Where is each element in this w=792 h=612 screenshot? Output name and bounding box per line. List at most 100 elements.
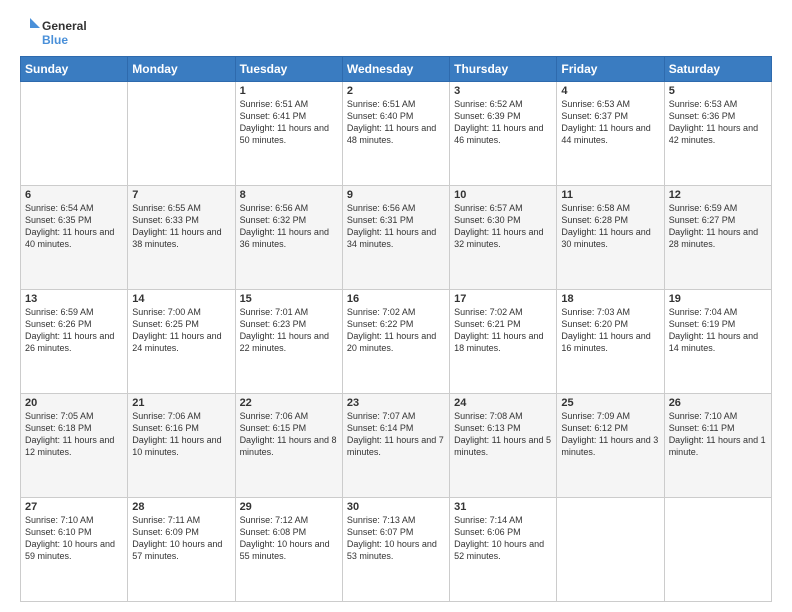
calendar-week-row: 1Sunrise: 6:51 AM Sunset: 6:41 PM Daylig… xyxy=(21,82,772,186)
calendar-cell: 12Sunrise: 6:59 AM Sunset: 6:27 PM Dayli… xyxy=(664,186,771,290)
day-content: Sunrise: 7:12 AM Sunset: 6:08 PM Dayligh… xyxy=(240,514,338,563)
day-number: 2 xyxy=(347,85,445,97)
calendar-cell: 24Sunrise: 7:08 AM Sunset: 6:13 PM Dayli… xyxy=(450,394,557,498)
calendar-cell: 30Sunrise: 7:13 AM Sunset: 6:07 PM Dayli… xyxy=(342,498,449,602)
calendar-cell: 1Sunrise: 6:51 AM Sunset: 6:41 PM Daylig… xyxy=(235,82,342,186)
calendar-cell: 15Sunrise: 7:01 AM Sunset: 6:23 PM Dayli… xyxy=(235,290,342,394)
calendar-cell: 23Sunrise: 7:07 AM Sunset: 6:14 PM Dayli… xyxy=(342,394,449,498)
day-number: 5 xyxy=(669,85,767,97)
day-content: Sunrise: 6:54 AM Sunset: 6:35 PM Dayligh… xyxy=(25,202,123,251)
day-content: Sunrise: 7:01 AM Sunset: 6:23 PM Dayligh… xyxy=(240,306,338,355)
calendar-cell: 5Sunrise: 6:53 AM Sunset: 6:36 PM Daylig… xyxy=(664,82,771,186)
day-content: Sunrise: 7:07 AM Sunset: 6:14 PM Dayligh… xyxy=(347,410,445,459)
day-content: Sunrise: 6:59 AM Sunset: 6:27 PM Dayligh… xyxy=(669,202,767,251)
day-number: 19 xyxy=(669,293,767,305)
calendar-cell: 9Sunrise: 6:56 AM Sunset: 6:31 PM Daylig… xyxy=(342,186,449,290)
day-number: 8 xyxy=(240,189,338,201)
day-number: 31 xyxy=(454,501,552,513)
logo-blue: Blue xyxy=(42,33,87,47)
day-number: 20 xyxy=(25,397,123,409)
calendar-table: SundayMondayTuesdayWednesdayThursdayFrid… xyxy=(20,56,772,602)
day-content: Sunrise: 6:51 AM Sunset: 6:40 PM Dayligh… xyxy=(347,98,445,147)
day-number: 13 xyxy=(25,293,123,305)
logo: General Blue xyxy=(20,18,87,48)
calendar-cell: 19Sunrise: 7:04 AM Sunset: 6:19 PM Dayli… xyxy=(664,290,771,394)
calendar-cell: 8Sunrise: 6:56 AM Sunset: 6:32 PM Daylig… xyxy=(235,186,342,290)
day-content: Sunrise: 7:05 AM Sunset: 6:18 PM Dayligh… xyxy=(25,410,123,459)
day-number: 3 xyxy=(454,85,552,97)
calendar-week-row: 13Sunrise: 6:59 AM Sunset: 6:26 PM Dayli… xyxy=(21,290,772,394)
calendar-cell xyxy=(557,498,664,602)
logo-container: General Blue xyxy=(20,18,87,48)
day-content: Sunrise: 6:53 AM Sunset: 6:37 PM Dayligh… xyxy=(561,98,659,147)
day-number: 24 xyxy=(454,397,552,409)
calendar-cell: 16Sunrise: 7:02 AM Sunset: 6:22 PM Dayli… xyxy=(342,290,449,394)
calendar-cell: 4Sunrise: 6:53 AM Sunset: 6:37 PM Daylig… xyxy=(557,82,664,186)
calendar-day-header: Monday xyxy=(128,57,235,82)
calendar-header-row: SundayMondayTuesdayWednesdayThursdayFrid… xyxy=(21,57,772,82)
day-number: 7 xyxy=(132,189,230,201)
calendar-day-header: Thursday xyxy=(450,57,557,82)
calendar-cell: 27Sunrise: 7:10 AM Sunset: 6:10 PM Dayli… xyxy=(21,498,128,602)
day-number: 11 xyxy=(561,189,659,201)
day-content: Sunrise: 6:57 AM Sunset: 6:30 PM Dayligh… xyxy=(454,202,552,251)
day-number: 15 xyxy=(240,293,338,305)
calendar-cell: 17Sunrise: 7:02 AM Sunset: 6:21 PM Dayli… xyxy=(450,290,557,394)
day-number: 25 xyxy=(561,397,659,409)
day-content: Sunrise: 6:56 AM Sunset: 6:32 PM Dayligh… xyxy=(240,202,338,251)
day-number: 6 xyxy=(25,189,123,201)
calendar-day-header: Sunday xyxy=(21,57,128,82)
day-content: Sunrise: 7:14 AM Sunset: 6:06 PM Dayligh… xyxy=(454,514,552,563)
day-number: 14 xyxy=(132,293,230,305)
day-content: Sunrise: 6:59 AM Sunset: 6:26 PM Dayligh… xyxy=(25,306,123,355)
calendar-cell: 22Sunrise: 7:06 AM Sunset: 6:15 PM Dayli… xyxy=(235,394,342,498)
day-number: 27 xyxy=(25,501,123,513)
day-number: 23 xyxy=(347,397,445,409)
calendar-day-header: Tuesday xyxy=(235,57,342,82)
day-content: Sunrise: 7:10 AM Sunset: 6:11 PM Dayligh… xyxy=(669,410,767,459)
logo-svg xyxy=(20,18,40,48)
calendar-cell: 25Sunrise: 7:09 AM Sunset: 6:12 PM Dayli… xyxy=(557,394,664,498)
day-content: Sunrise: 7:06 AM Sunset: 6:15 PM Dayligh… xyxy=(240,410,338,459)
calendar-cell: 29Sunrise: 7:12 AM Sunset: 6:08 PM Dayli… xyxy=(235,498,342,602)
day-content: Sunrise: 6:53 AM Sunset: 6:36 PM Dayligh… xyxy=(669,98,767,147)
calendar-cell: 11Sunrise: 6:58 AM Sunset: 6:28 PM Dayli… xyxy=(557,186,664,290)
calendar-day-header: Friday xyxy=(557,57,664,82)
day-number: 22 xyxy=(240,397,338,409)
calendar-cell: 26Sunrise: 7:10 AM Sunset: 6:11 PM Dayli… xyxy=(664,394,771,498)
day-number: 1 xyxy=(240,85,338,97)
calendar-cell: 14Sunrise: 7:00 AM Sunset: 6:25 PM Dayli… xyxy=(128,290,235,394)
day-number: 17 xyxy=(454,293,552,305)
day-content: Sunrise: 7:13 AM Sunset: 6:07 PM Dayligh… xyxy=(347,514,445,563)
calendar-cell xyxy=(664,498,771,602)
page: General Blue SundayMondayTuesdayWednesda… xyxy=(0,0,792,612)
day-content: Sunrise: 7:11 AM Sunset: 6:09 PM Dayligh… xyxy=(132,514,230,563)
calendar-cell: 31Sunrise: 7:14 AM Sunset: 6:06 PM Dayli… xyxy=(450,498,557,602)
calendar-week-row: 6Sunrise: 6:54 AM Sunset: 6:35 PM Daylig… xyxy=(21,186,772,290)
logo-general: General xyxy=(42,19,87,33)
calendar-week-row: 27Sunrise: 7:10 AM Sunset: 6:10 PM Dayli… xyxy=(21,498,772,602)
day-number: 29 xyxy=(240,501,338,513)
day-content: Sunrise: 7:10 AM Sunset: 6:10 PM Dayligh… xyxy=(25,514,123,563)
day-number: 18 xyxy=(561,293,659,305)
calendar-day-header: Saturday xyxy=(664,57,771,82)
day-content: Sunrise: 7:09 AM Sunset: 6:12 PM Dayligh… xyxy=(561,410,659,459)
day-content: Sunrise: 6:56 AM Sunset: 6:31 PM Dayligh… xyxy=(347,202,445,251)
calendar-cell: 10Sunrise: 6:57 AM Sunset: 6:30 PM Dayli… xyxy=(450,186,557,290)
day-content: Sunrise: 7:02 AM Sunset: 6:22 PM Dayligh… xyxy=(347,306,445,355)
day-content: Sunrise: 7:02 AM Sunset: 6:21 PM Dayligh… xyxy=(454,306,552,355)
calendar-cell: 28Sunrise: 7:11 AM Sunset: 6:09 PM Dayli… xyxy=(128,498,235,602)
calendar-cell: 18Sunrise: 7:03 AM Sunset: 6:20 PM Dayli… xyxy=(557,290,664,394)
calendar-week-row: 20Sunrise: 7:05 AM Sunset: 6:18 PM Dayli… xyxy=(21,394,772,498)
day-content: Sunrise: 7:06 AM Sunset: 6:16 PM Dayligh… xyxy=(132,410,230,459)
header: General Blue xyxy=(20,18,772,48)
calendar-cell: 6Sunrise: 6:54 AM Sunset: 6:35 PM Daylig… xyxy=(21,186,128,290)
calendar-cell: 20Sunrise: 7:05 AM Sunset: 6:18 PM Dayli… xyxy=(21,394,128,498)
day-content: Sunrise: 6:52 AM Sunset: 6:39 PM Dayligh… xyxy=(454,98,552,147)
day-number: 16 xyxy=(347,293,445,305)
day-number: 10 xyxy=(454,189,552,201)
calendar-cell: 7Sunrise: 6:55 AM Sunset: 6:33 PM Daylig… xyxy=(128,186,235,290)
day-content: Sunrise: 7:04 AM Sunset: 6:19 PM Dayligh… xyxy=(669,306,767,355)
calendar-cell: 3Sunrise: 6:52 AM Sunset: 6:39 PM Daylig… xyxy=(450,82,557,186)
day-content: Sunrise: 7:08 AM Sunset: 6:13 PM Dayligh… xyxy=(454,410,552,459)
